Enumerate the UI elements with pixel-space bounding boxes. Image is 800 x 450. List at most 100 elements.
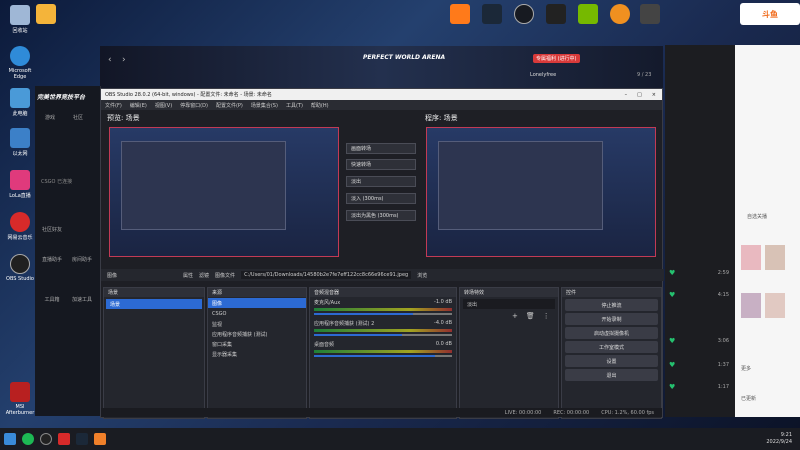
source-item[interactable]: 应用程序音频捕获 (测试) [208, 329, 306, 339]
client-item-room[interactable]: 直播助手 [37, 256, 67, 263]
desktop-icon-label: 此电脑 [12, 111, 28, 117]
transition-select[interactable]: 淡出 [463, 299, 555, 309]
fade-select[interactable]: 淡出 [346, 176, 416, 187]
client-item-accel[interactable]: 加速工具 [67, 296, 97, 303]
yy-icon[interactable] [36, 4, 56, 24]
chat-row[interactable]: ♥ 1:37 [669, 361, 729, 369]
counter: 9 / 23 [637, 72, 652, 78]
menu-help[interactable]: 帮助(H) [311, 102, 329, 109]
steam-taskbar-icon[interactable] [76, 433, 88, 445]
fade-black-select[interactable]: 淡出为黑色 (300ms) [346, 210, 416, 221]
obs-studio-icon[interactable]: OBS Studio [3, 254, 37, 282]
close-icon[interactable]: × [652, 92, 656, 98]
right-panel-heading[interactable]: 自选关播 [747, 213, 767, 220]
menu-docks[interactable]: 停靠窗口(D) [180, 102, 208, 109]
start-recording-button[interactable]: 开始录制 [565, 313, 658, 325]
thumbnail-image[interactable] [741, 245, 761, 270]
wegame-icon[interactable] [450, 4, 470, 24]
source-item[interactable]: 图像 [208, 298, 306, 308]
obs-taskbar-icon[interactable] [40, 433, 52, 445]
exit-button[interactable]: 退出 [565, 369, 658, 381]
delete-icon[interactable]: 🗑 [526, 312, 535, 320]
tab-community[interactable]: 社区 [73, 114, 83, 121]
filters-button[interactable]: 滤镜 [199, 272, 209, 279]
sources-title: 来源 [212, 290, 223, 296]
clock-date: 2022/9/24 [766, 439, 792, 445]
ethernet-icon[interactable]: 以太网 [3, 128, 37, 157]
channel-db: 0.0 dB [435, 341, 452, 347]
right-panel-item[interactable]: 已更新 [741, 395, 756, 402]
stop-streaming-button[interactable]: 停止推流 [565, 299, 658, 311]
thumbnail-image[interactable] [765, 293, 785, 318]
chat-row[interactable]: ♥ 4:15 [669, 291, 729, 299]
browser-icon[interactable] [610, 4, 630, 24]
source-item[interactable]: 窗口采集 [208, 339, 306, 349]
chat-row[interactable]: ♥ 2:59 [669, 269, 729, 277]
volume-slider[interactable] [314, 355, 452, 357]
this-pc-icon[interactable]: 此电脑 [3, 88, 37, 117]
netease-taskbar-icon[interactable] [58, 433, 70, 445]
client-item-assist[interactable]: 房间助手 [67, 256, 97, 263]
windows-start-icon[interactable] [4, 433, 16, 445]
preview-canvas[interactable] [109, 127, 339, 257]
source-item[interactable]: 监视 [208, 319, 306, 329]
back-icon[interactable]: ‹ [108, 55, 112, 65]
add-icon[interactable]: + [512, 312, 518, 320]
steam-icon[interactable] [514, 4, 534, 24]
msi-afterburner-icon[interactable]: MSI Afterburner [3, 382, 37, 416]
spotify-icon[interactable] [22, 433, 34, 445]
maximize-icon[interactable]: □ [637, 92, 642, 98]
transition-button[interactable]: 画面转场 [346, 143, 416, 154]
image-path-field[interactable]: C:/Users/01/Downloads/14580b2e7fe7eff122… [241, 271, 412, 279]
volume-slider[interactable] [314, 334, 452, 336]
minimize-icon[interactable]: – [625, 92, 628, 98]
promo-badge[interactable]: 专属福利 (进行中) [533, 54, 580, 63]
lola-icon[interactable]: LoLa直播 [3, 170, 37, 199]
chat-count: 1:17 [717, 384, 729, 390]
menu-file[interactable]: 文件(F) [105, 102, 122, 109]
netease-music-icon[interactable]: 网易云音乐 [3, 212, 37, 241]
button-label: 开始录制 [601, 316, 622, 323]
nvidia-icon[interactable] [578, 4, 598, 24]
douyu-logo: 斗鱼 [740, 3, 800, 25]
recycle-bin-icon[interactable]: 回收站 [3, 5, 37, 34]
source-item[interactable]: 显示器采集 [208, 349, 306, 359]
properties-button[interactable]: 属性 [183, 272, 193, 279]
forward-icon[interactable]: › [122, 55, 126, 65]
fade-in-select[interactable]: 淡入 (300ms) [346, 193, 416, 204]
browse-button[interactable]: 浏览 [417, 272, 427, 279]
right-panel-item[interactable]: 更多 [741, 365, 751, 372]
obs-title: OBS Studio 28.0.2 (64-bit, windows) - 配置… [105, 92, 272, 98]
more-icon[interactable]: ⋮ [543, 312, 550, 320]
client-item-tools[interactable]: 工具箱 [37, 296, 67, 303]
app-taskbar-icon[interactable] [94, 433, 106, 445]
client-item-stream[interactable]: 社区好友 [37, 226, 67, 233]
controller-icon[interactable] [640, 4, 660, 24]
tab-games[interactable]: 游戏 [45, 114, 55, 121]
chat-row[interactable]: ♥ 1:17 [669, 383, 729, 391]
source-item[interactable]: CSGO [208, 309, 306, 319]
menu-edit[interactable]: 编辑(E) [130, 102, 147, 109]
chat-row[interactable]: ♥ 3:06 [669, 337, 729, 345]
thumbnail-image[interactable] [741, 293, 761, 318]
scene-label: 场景 [110, 301, 121, 308]
clock[interactable]: 9:21 2022/9/24 [766, 432, 800, 446]
menu-scene-collection[interactable]: 场景集合(S) [251, 102, 278, 109]
menu-tools[interactable]: 工具(T) [286, 102, 303, 109]
slam-icon[interactable] [482, 4, 502, 24]
volume-slider[interactable] [314, 313, 452, 315]
live-time: LIVE: 00:00:00 [504, 409, 542, 416]
edge-icon[interactable]: Microsoft Edge [3, 46, 37, 80]
menu-profile[interactable]: 配置文件(P) [216, 102, 243, 109]
settings-button[interactable]: 设置 [565, 355, 658, 367]
username[interactable]: Lonelyfree [530, 72, 556, 78]
program-canvas [426, 127, 656, 257]
menu-view[interactable]: 视图(V) [155, 102, 172, 109]
thumbnail-image[interactable] [765, 245, 785, 270]
quick-transition[interactable]: 快速转场 [346, 159, 416, 170]
epic-games-icon[interactable] [546, 4, 566, 24]
virtual-camera-button[interactable]: 启动虚拟摄像机 [565, 327, 658, 339]
transition-selected-label: 淡出 [467, 301, 478, 308]
scene-item[interactable]: 场景 [106, 299, 202, 309]
studio-mode-button[interactable]: 工作室模式 [565, 341, 658, 353]
